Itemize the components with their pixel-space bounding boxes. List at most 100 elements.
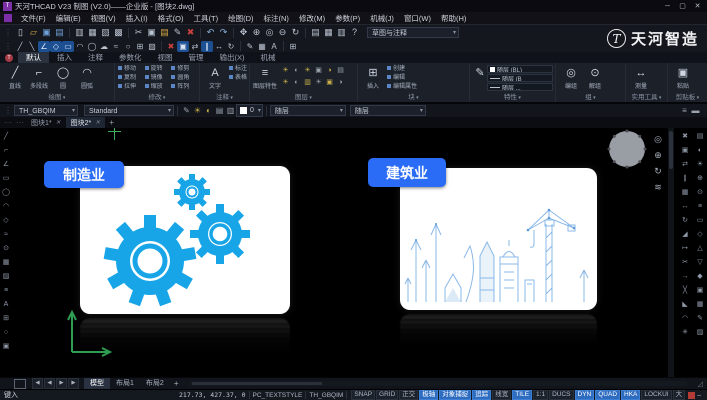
circle-tool[interactable]: ◯ 圆 [51,65,75,90]
menu-item[interactable]: 编辑(E) [51,13,86,24]
construction-label[interactable]: 建筑业 [368,158,446,187]
chamfer-icon[interactable]: ◣ [679,298,691,312]
ribbon-tab[interactable]: 默认 [18,52,49,63]
construction-card[interactable] [400,168,597,310]
matchprop-icon[interactable]: ✎ [244,41,256,52]
menu-item[interactable]: 格式(O) [153,13,189,24]
polyline-icon[interactable]: ∠ [38,40,50,52]
layer-toggle-icon[interactable]: ▣ [313,65,324,77]
undo-icon[interactable]: ↶ [204,26,217,39]
layer-toggle-icon[interactable]: ☀ [302,65,313,77]
modify-tool[interactable]: 移动 [118,65,143,74]
status-toggle[interactable]: GRID [376,390,399,400]
toolbar-icon[interactable] [233,27,234,38]
layer-freeze-icon[interactable]: ◐ [203,106,214,115]
paste-icon[interactable]: ▤ [158,26,171,39]
layer-toggle-icon[interactable]: ▣ [324,77,335,89]
copy-icon[interactable]: ▣ [177,40,189,52]
layer-toggle-icon[interactable]: ◑ [335,77,346,89]
command-prompt[interactable]: 键入 [4,390,18,400]
up-icon[interactable]: △ [694,242,706,256]
angle-icon[interactable]: ∠ [0,158,12,172]
ribbon-tab[interactable]: 注释 [80,52,111,63]
manufacturing-label[interactable]: 制造业 [44,161,124,188]
menu-item[interactable]: 修改(M) [294,13,330,24]
lineweight-dropdown[interactable]: 随层 ... [487,83,553,91]
line-tool[interactable]: ╱ 直线 [3,65,27,90]
toolbar-grip[interactable]: ⋮ [4,106,12,115]
open-icon[interactable]: ▱ [27,26,40,39]
dim-style-field[interactable]: TH_GBQIM [309,392,343,399]
text-icon[interactable]: A [268,41,280,52]
circle-icon[interactable]: ◯ [0,186,12,200]
insert-block-icon[interactable]: ⊞ [134,41,146,52]
edit-icon[interactable]: ✎ [694,312,706,326]
layer-toggle-icon[interactable]: ◐ [291,77,302,89]
trim-icon[interactable]: ✂ [679,256,691,270]
zoom-realtime-icon[interactable]: ⊕ [250,26,263,39]
insert-block-tool[interactable]: ⊞ 插入 [361,65,385,90]
zoom-extents-icon[interactable]: ⊕ [694,172,706,186]
ribbon-tab[interactable]: 输出(X) [212,52,253,63]
help-icon[interactable]: ? [348,26,361,39]
toolbar-icon[interactable] [200,27,201,38]
arc-icon[interactable]: ◠ [0,200,12,214]
menu-item[interactable]: 标注(N) [259,13,294,24]
modify-tool[interactable]: 圆角 [171,74,196,83]
hatch-icon[interactable]: ▨ [146,41,158,52]
layout-tab[interactable]: 布局1 [110,378,140,390]
toolbar-icon[interactable] [283,41,284,51]
layer-on-icon[interactable]: ☀ [694,158,706,172]
line-icon[interactable]: ╱ [14,41,26,52]
modify-tool[interactable]: 复制 [118,74,143,83]
table-tool[interactable]: 表格 [229,74,247,83]
mirror-icon[interactable]: ⇄ [679,158,691,172]
horizontal-scrollbar[interactable] [190,381,687,386]
polyline-icon[interactable]: ⌐ [0,144,12,158]
orbit-icon[interactable]: ↻ [652,164,664,180]
status-color-icon[interactable] [688,391,696,399]
rectangle-icon[interactable]: ▭ [0,172,12,186]
point-style-icon[interactable]: ⊙ [694,186,706,200]
collapse-icon[interactable]: ‒ [697,392,701,399]
first-layout-icon[interactable]: ◀ [32,378,43,389]
status-toggle[interactable]: LOCKUI [641,390,672,400]
properties-icon[interactable]: ▤ [309,26,322,39]
scrollbar-thumb[interactable] [192,382,323,385]
color-dropdown[interactable]: 随层 (BL) [487,65,553,73]
edit-block-tool[interactable]: 编辑 [387,74,417,83]
grid-view-icon[interactable]: ⊞ [287,41,299,52]
menu-item[interactable]: 参数(P) [330,13,365,24]
layer-lock-icon[interactable]: ▤ [214,106,225,115]
orbit-icon[interactable]: ↻ [289,26,302,39]
full-nav-wheel-icon[interactable]: ◎ [652,132,664,148]
extend-icon[interactable]: → [679,270,691,284]
panel-caption-utilities[interactable]: 实用工具 [626,91,667,101]
new-tab-button[interactable]: + [105,118,118,127]
rotate-icon[interactable]: ↻ [225,41,237,52]
spline-icon[interactable]: ≈ [0,228,12,242]
status-toggle[interactable]: 正交 [399,390,419,400]
panel-caption-modify[interactable]: 修改 [115,91,199,101]
polygon-icon[interactable]: ◇ [50,40,62,52]
plot-preview-icon[interactable]: ▦ [86,26,99,39]
panel-caption-clipboard[interactable]: 剪贴板 [668,91,707,101]
layer-properties-icon[interactable]: ▤ [694,130,706,144]
line-icon[interactable]: ╱ [0,130,12,144]
drawing-canvas[interactable]: ╱ ⌐ ∠ ▭ ◯ ◠ ◇ ≈ ⊙ ▦ ▨ ≡ A ⊞ ○ ▣ 制造业 建筑业 … [0,128,707,377]
erase-icon[interactable]: ✖ [184,26,197,39]
copy-icon[interactable]: ▣ [679,144,691,158]
ribbon-tab[interactable]: 视图 [150,52,181,63]
panel-caption-layers[interactable]: 图层 [250,91,357,101]
down-icon[interactable]: ▽ [694,256,706,270]
move-icon[interactable]: ↔ [213,41,225,52]
zoom-previous-icon[interactable]: ⊖ [276,26,289,39]
minimize-button[interactable]: ─ [660,3,675,10]
create-block-tool[interactable]: 创建 [387,65,417,74]
toolbar-icon[interactable] [69,27,70,38]
last-layout-icon[interactable]: ▶ [68,378,79,389]
menu-item[interactable]: 插入(I) [121,13,153,24]
array-icon[interactable]: ▦ [679,186,691,200]
layer-plot-icon[interactable]: ▥ [225,106,236,115]
panel-caption-properties[interactable]: 特性 [470,91,555,101]
